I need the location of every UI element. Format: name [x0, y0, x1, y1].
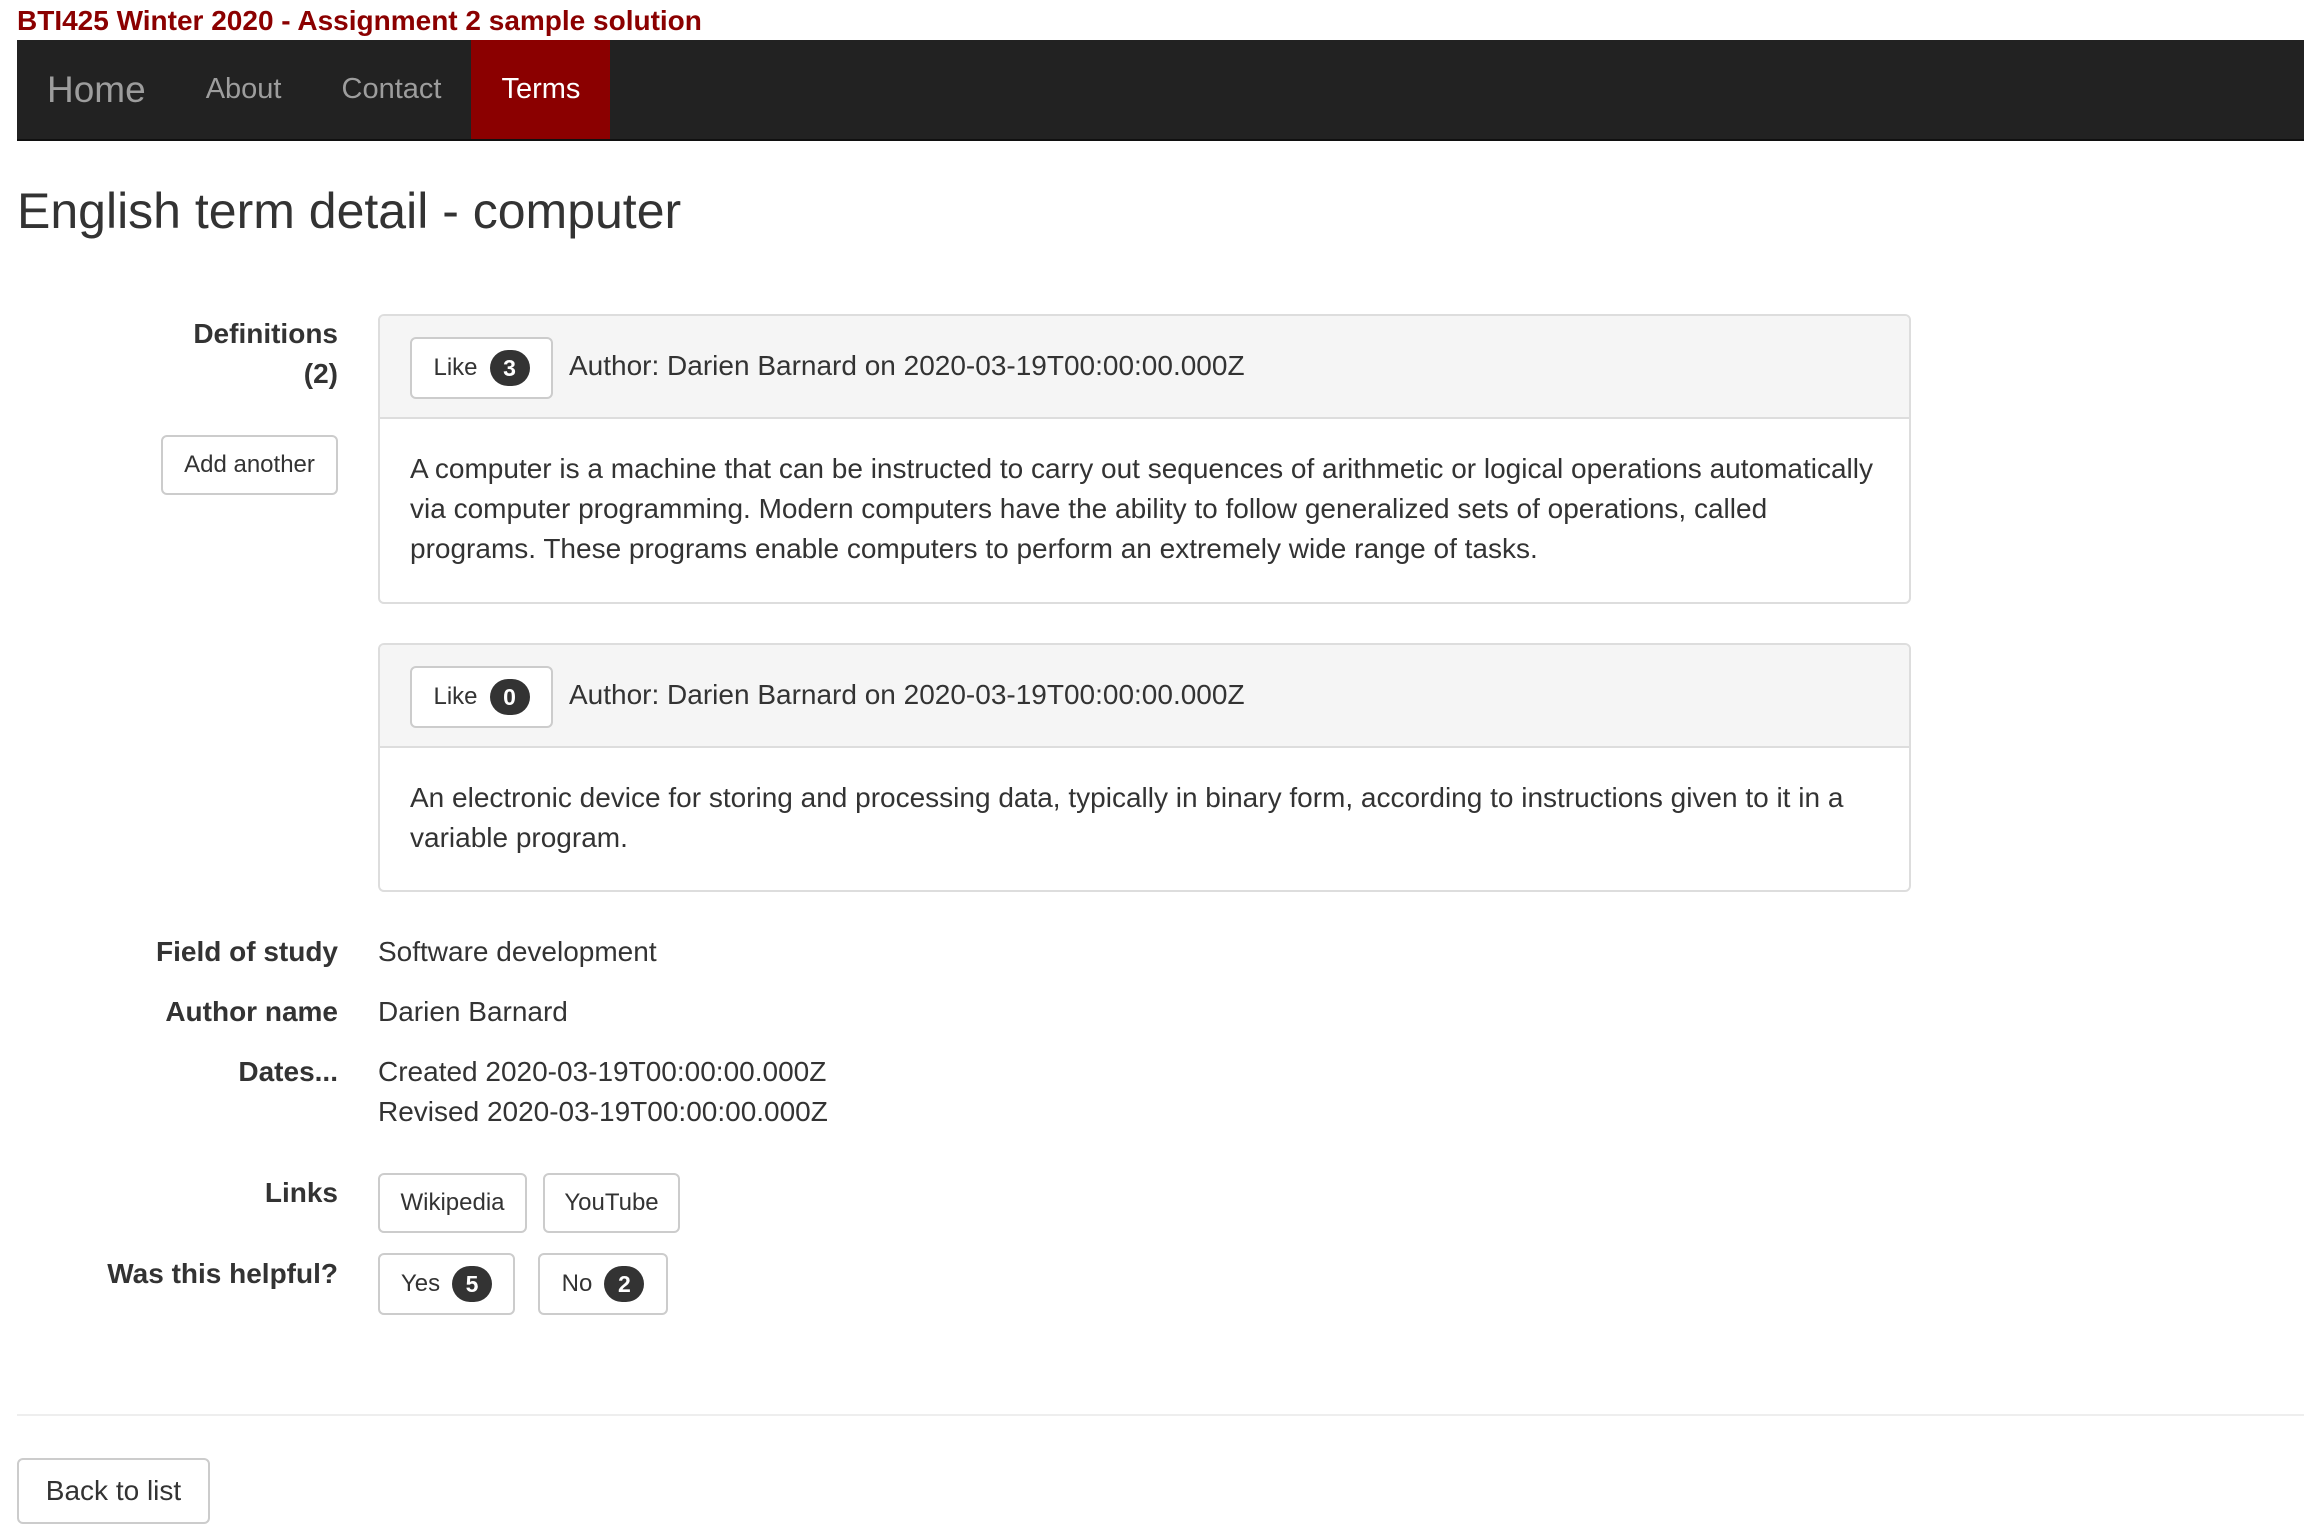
like-count-badge: 3	[489, 350, 530, 386]
site-title: BTI425 Winter 2020 - Assignment 2 sample…	[17, 5, 702, 36]
definition-panel-heading: Like 0 Author: Darien Barnard on 2020-03…	[380, 645, 1909, 748]
field-of-study-value: Software development	[378, 936, 657, 967]
definition-panel-2: Like 0 Author: Darien Barnard on 2020-03…	[378, 643, 1911, 892]
revised-date: Revised 2020-03-19T00:00:00.000Z	[378, 1096, 828, 1127]
no-count-badge: 2	[604, 1266, 645, 1302]
page-title: English term detail - computer	[17, 183, 682, 239]
like-count-badge: 0	[489, 679, 530, 715]
definition-author: Author: Darien Barnard on 2020-03-19T00:…	[569, 350, 1245, 381]
nav-brand-home[interactable]: Home	[17, 40, 176, 139]
like-button[interactable]: Like 0	[410, 666, 553, 728]
definition-text: A computer is a machine that can be inst…	[410, 453, 1873, 564]
no-label: No	[561, 1270, 593, 1297]
definition-author: Author: Darien Barnard on 2020-03-19T00:…	[569, 679, 1245, 710]
add-definition-button[interactable]: Add another	[161, 435, 338, 495]
definition-text: An electronic device for storing and pro…	[410, 782, 1844, 853]
section-divider	[17, 1414, 2304, 1416]
like-label: Like	[433, 683, 478, 710]
wikipedia-link-button[interactable]: Wikipedia	[378, 1173, 527, 1233]
navbar: Home About Contact Terms	[17, 40, 2304, 141]
links-label: Links	[264, 1177, 338, 1208]
author-name-value: Darien Barnard	[378, 996, 568, 1027]
definition-panel-1: Like 3 Author: Darien Barnard on 2020-03…	[378, 314, 1911, 604]
yes-label: Yes	[400, 1270, 441, 1297]
field-of-study-label: Field of study	[156, 936, 338, 967]
yes-count-badge: 5	[452, 1266, 493, 1302]
like-button[interactable]: Like 3	[410, 337, 553, 399]
nav-link-terms[interactable]: Terms	[471, 40, 611, 139]
definitions-label: Definitions	[193, 318, 338, 349]
helpful-yes-button[interactable]: Yes 5	[378, 1253, 515, 1315]
helpful-no-button[interactable]: No 2	[538, 1253, 668, 1315]
nav-link-about[interactable]: About	[176, 40, 312, 139]
dates-label: Dates...	[238, 1056, 338, 1087]
nav-link-contact[interactable]: Contact	[312, 40, 472, 139]
like-label: Like	[433, 354, 478, 381]
author-name-label: Author name	[165, 996, 338, 1027]
definition-panel-heading: Like 3 Author: Darien Barnard on 2020-03…	[380, 316, 1909, 419]
youtube-link-button[interactable]: YouTube	[543, 1173, 680, 1233]
back-to-list-button[interactable]: Back to list	[17, 1458, 210, 1524]
helpful-label: Was this helpful?	[107, 1258, 338, 1289]
created-date: Created 2020-03-19T00:00:00.000Z	[378, 1056, 827, 1087]
definitions-count: (2)	[303, 358, 338, 389]
